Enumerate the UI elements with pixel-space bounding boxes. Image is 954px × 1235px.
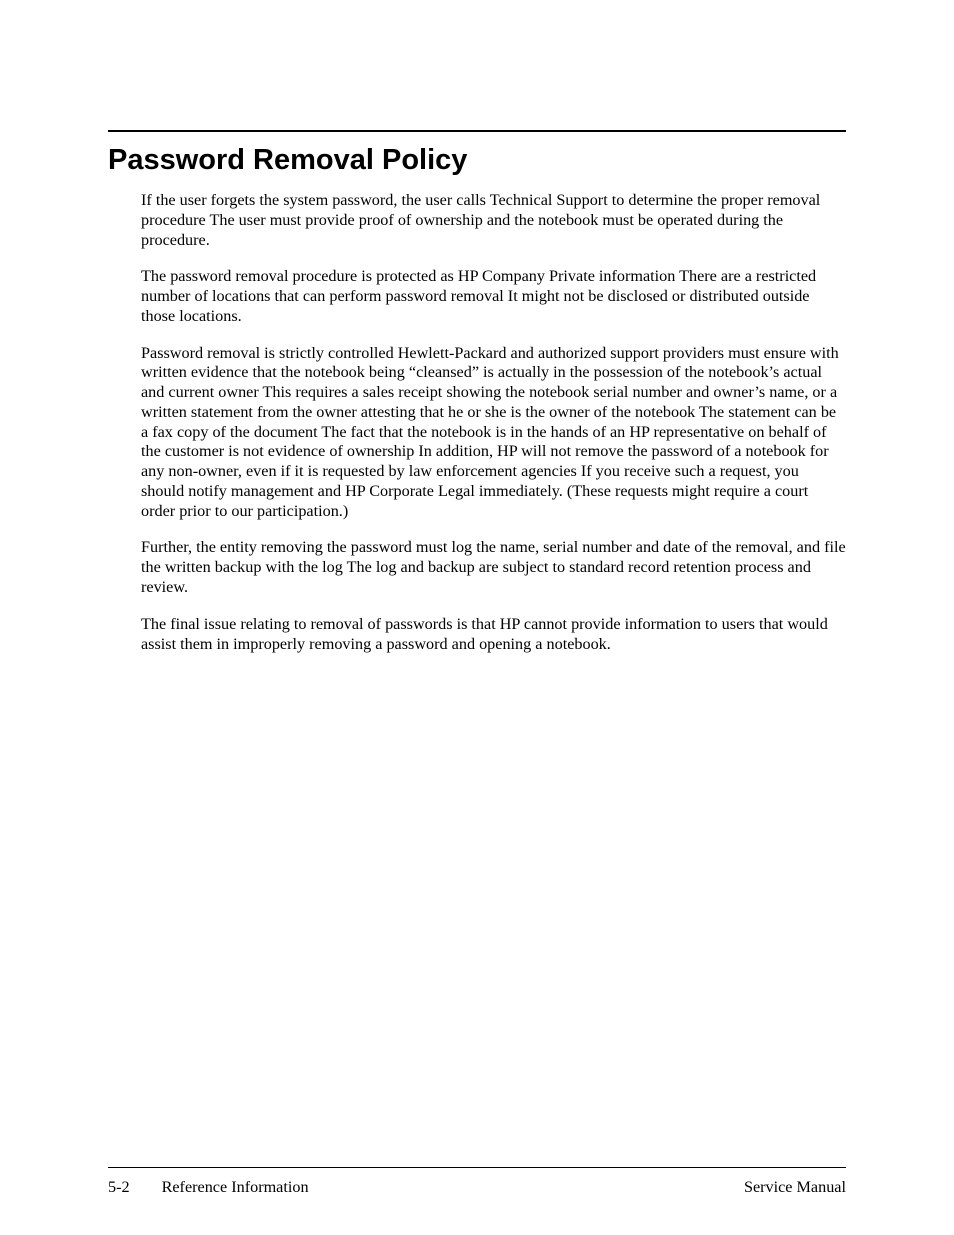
footer-row: 5-2 Reference Information Service Manual <box>108 1178 846 1197</box>
page-content: Password Removal Policy If the user forg… <box>0 0 954 654</box>
paragraph: The final issue relating to removal of p… <box>141 615 846 655</box>
section-name: Reference Information <box>162 1178 309 1197</box>
section-heading: Password Removal Policy <box>108 144 846 177</box>
document-title: Service Manual <box>744 1178 846 1197</box>
paragraph: If the user forgets the system password,… <box>141 191 846 250</box>
body-text: If the user forgets the system password,… <box>108 191 846 654</box>
footer-left: 5-2 Reference Information <box>108 1178 309 1197</box>
top-rule <box>108 130 846 132</box>
paragraph: Password removal is strictly controlled … <box>141 344 846 522</box>
footer-rule <box>108 1167 846 1168</box>
paragraph: The password removal procedure is protec… <box>141 267 846 326</box>
paragraph: Further, the entity removing the passwor… <box>141 538 846 597</box>
page-footer: 5-2 Reference Information Service Manual <box>108 1167 846 1197</box>
page-number: 5-2 <box>108 1178 130 1197</box>
